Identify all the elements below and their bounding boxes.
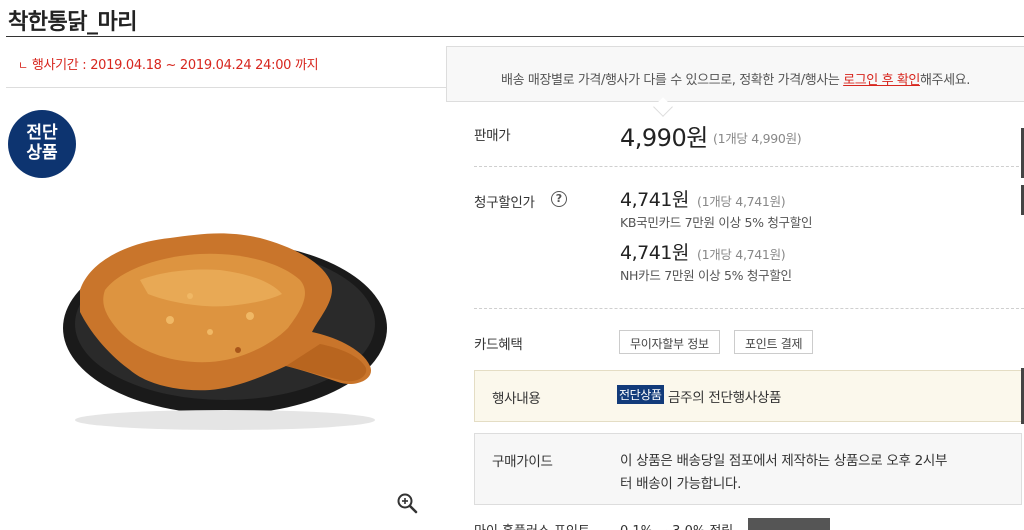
discount-label: 청구할인가	[474, 195, 535, 211]
divider-1	[474, 166, 1024, 167]
question-icon[interactable]: ?	[551, 191, 567, 207]
discount-value-2: 4,741원	[620, 242, 689, 264]
notice-text-before: 배송 매장별로 가격/행사가 다를 수 있으므로, 정확한 가격/행사는	[501, 73, 844, 88]
card-label: 카드혜택	[474, 337, 523, 353]
left-divider	[6, 87, 446, 88]
discount-desc-2: NH카드 7만원 이상 5% 청구할인	[620, 268, 792, 283]
point-payment-button[interactable]: 포인트 결제	[734, 330, 814, 354]
event-period: ㄴ 행사기간 : 2019.04.18 ~ 2019.04.24 24:00 까지	[18, 54, 319, 73]
event-text: 금주의 전단행사상품	[668, 390, 782, 406]
badge-line-2: 상품	[26, 143, 58, 163]
flyer-badge: 전단 상품	[8, 110, 76, 178]
title-divider	[6, 36, 1024, 37]
product-image	[63, 233, 387, 430]
zoom-in-icon[interactable]	[396, 492, 418, 514]
discount-value-1: 4,741원	[620, 189, 689, 211]
badge-line-1: 전단	[26, 123, 58, 143]
flyer-tag: 전단상품	[617, 385, 664, 404]
discount-unit-1: (1개당 4,741원)	[697, 194, 786, 209]
installment-info-button[interactable]: 무이자할부 정보	[619, 330, 720, 354]
price-notice: 배송 매장별로 가격/행사가 다를 수 있으므로, 정확한 가격/행사는 로그인…	[446, 46, 1024, 102]
login-link[interactable]: 로그인 후 확인	[843, 73, 920, 88]
price-value: 4,990원	[620, 124, 708, 152]
guide-box	[474, 433, 1022, 505]
price-label: 판매가	[474, 128, 511, 144]
period-mark: ㄴ	[18, 59, 28, 72]
page-title: 착한통닭_마리	[8, 10, 137, 35]
guide-label: 구매가이드	[492, 454, 553, 470]
point-label: 마이 홈플러스 포인트	[474, 520, 590, 530]
point-rate: 0.1% ~ 3.0% 적립	[620, 520, 733, 530]
guide-line-2: 터 배송이 가능합니다.	[620, 476, 742, 492]
discount-unit-2: (1개당 4,741원)	[697, 247, 786, 262]
guide-line-1: 이 상품은 배송당일 점포에서 제작하는 상품으로 오후 2시부	[620, 453, 948, 469]
divider-2	[474, 308, 1024, 309]
point-detail-button[interactable]	[748, 518, 830, 530]
price-unit: (1개당 4,990원)	[713, 131, 802, 146]
event-label: 행사내용	[492, 391, 541, 407]
event-period-text: 행사기간 : 2019.04.18 ~ 2019.04.24 24:00 까지	[31, 58, 319, 73]
discount-desc-1: KB국민카드 7만원 이상 5% 청구할인	[620, 215, 813, 230]
notice-text-after: 해주세요.	[919, 73, 970, 88]
